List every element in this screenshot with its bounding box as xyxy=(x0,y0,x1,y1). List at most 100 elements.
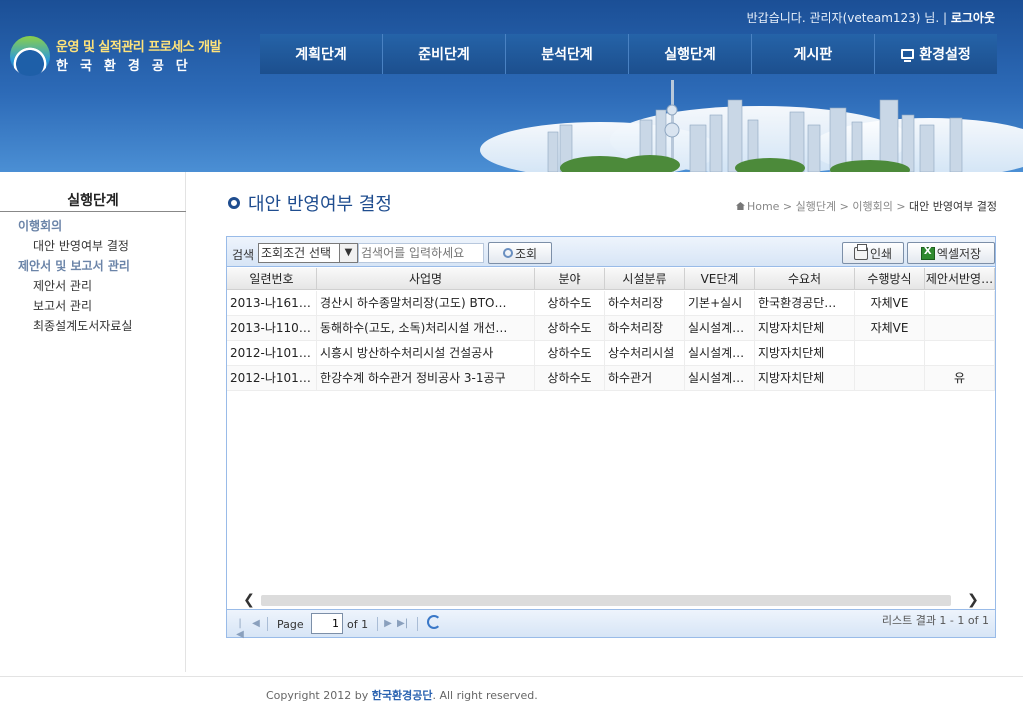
pager-divider xyxy=(417,617,418,631)
breadcrumb-level1[interactable]: 실행단계 xyxy=(796,200,836,213)
cell-client: 지방자치단체 xyxy=(755,316,855,341)
search-button-label: 조회 xyxy=(514,246,538,261)
logo-subtitle: 한국환경공단 xyxy=(56,59,200,74)
table-row[interactable]: 2013-나1610-2 경산시 하수종말처리장(고도) BTO… 상하수도 하수처리… xyxy=(227,291,995,316)
cell-method: 자체VE xyxy=(855,291,925,316)
search-icon xyxy=(502,248,513,258)
logo[interactable]: 운영 및 실적관리 프로세스 개발 한국환경공단 xyxy=(10,34,240,78)
nav-label: 계획단계 xyxy=(295,47,347,63)
search-condition-select[interactable]: 조회조건 선택 ▼ xyxy=(258,243,358,263)
column-header-serial[interactable]: 일련번호 xyxy=(227,268,317,290)
excel-export-button[interactable]: 엑셀저장 xyxy=(907,242,995,264)
breadcrumb-level2[interactable]: 이행회의 xyxy=(852,200,892,213)
table-row[interactable]: 2012-나1015-2 시흥시 방산하수처리시설 건설공사 상하수도 상수처리시설 실… xyxy=(227,341,995,366)
search-input[interactable] xyxy=(358,243,484,263)
cell-client: 지방자치단체 xyxy=(755,366,855,391)
cell-field: 상하수도 xyxy=(535,366,605,391)
excel-icon xyxy=(920,246,935,260)
breadcrumb-home[interactable]: Home xyxy=(747,200,779,213)
page-total: of 1 xyxy=(347,618,369,631)
breadcrumb: Home > 실행단계 > 이행회의 > 대안 반영여부 결정 xyxy=(735,198,997,214)
print-button[interactable]: 인쇄 xyxy=(842,242,904,264)
nav-settings[interactable]: 환경설정 xyxy=(875,34,997,74)
cell-project: 경산시 하수종말처리장(고도) BTO… xyxy=(317,291,535,316)
nav-plan[interactable]: 계획단계 xyxy=(260,34,383,74)
cell-facility: 상수처리시설 xyxy=(605,341,685,366)
sidebar-item-final-docs[interactable]: 최종설계도서자료실 xyxy=(0,316,186,336)
sidebar-item-proposal[interactable]: 제안서 관리 xyxy=(0,276,186,296)
sidebar-group-proposal-report[interactable]: 제안서 및 보고서 관리 xyxy=(0,256,186,276)
cell-client: 한국환경공단… xyxy=(755,291,855,316)
copyright-org: 한국환경공단 xyxy=(371,689,433,702)
column-header-reflect[interactable]: 제안서반영… xyxy=(925,268,995,290)
column-header-field[interactable]: 분야 xyxy=(535,268,605,290)
column-header-facility[interactable]: 시설분류 xyxy=(605,268,685,290)
sidebar-title: 실행단계 xyxy=(0,190,186,212)
nav-label: 환경설정 xyxy=(919,47,971,63)
cell-project: 한강수계 하수관거 정비공사 3-1공구 xyxy=(317,366,535,391)
copyright-suffix: . All right reserved. xyxy=(432,689,538,702)
scroll-left-icon[interactable]: ❮ xyxy=(241,592,257,608)
main-navigation: 계획단계 준비단계 분석단계 실행단계 게시판 환경설정 xyxy=(260,34,997,74)
nav-board[interactable]: 게시판 xyxy=(752,34,875,74)
data-grid: 검색 조회조건 선택 ▼ 조회 인쇄 엑셀저장 일련번호 사업명 분야 시설분류… xyxy=(226,236,996,640)
next-page-icon[interactable]: ▶ xyxy=(383,618,393,629)
cell-method xyxy=(855,366,925,391)
table-row[interactable]: 2013-나1104-1 동해하수(고도, 소독)처리시설 개선… 상하수도 하수처리… xyxy=(227,316,995,341)
refresh-icon[interactable] xyxy=(427,615,441,629)
first-page-icon[interactable]: |◀ xyxy=(235,618,245,640)
chevron-down-icon[interactable]: ▼ xyxy=(339,244,357,262)
copyright-prefix: Copyright 2012 by xyxy=(266,689,369,702)
horizontal-scrollbar[interactable]: ❮ ❯ xyxy=(227,592,995,608)
search-label: 검색 xyxy=(232,248,255,262)
logout-link[interactable]: 로그아웃 xyxy=(951,11,995,25)
printer-icon xyxy=(853,243,868,260)
column-header-client[interactable]: 수요처 xyxy=(755,268,855,290)
breadcrumb-current: 대안 반영여부 결정 xyxy=(909,200,997,213)
cell-facility: 하수처리장 xyxy=(605,291,685,316)
cell-serial: 2012-나1013-1 xyxy=(227,366,317,391)
scroll-right-icon[interactable]: ❯ xyxy=(965,592,981,608)
scrollbar-thumb[interactable] xyxy=(261,595,951,606)
nav-label: 분석단계 xyxy=(541,47,593,63)
last-page-icon[interactable]: ▶| xyxy=(397,618,408,629)
table-row[interactable]: 2012-나1013-1 한강수계 하수관거 정비공사 3-1공구 상하수도 하수관거… xyxy=(227,366,995,391)
sidebar-menu: 이행회의 대안 반영여부 결정 제안서 및 보고서 관리 제안서 관리 보고서 … xyxy=(0,216,186,336)
sidebar-group-meeting[interactable]: 이행회의 xyxy=(0,216,186,236)
nav-label: 실행단계 xyxy=(664,47,716,63)
user-greeting: 반갑습니다. 관리자(veteam123) 님. | 로그아웃 xyxy=(747,9,995,26)
column-header-ve-stage[interactable]: VE단계 xyxy=(685,268,755,290)
nav-analysis[interactable]: 분석단계 xyxy=(506,34,629,74)
page-number-input[interactable] xyxy=(311,613,343,634)
cell-ve-stage: 기본+실시 xyxy=(685,291,755,316)
cell-client: 지방자치단체 xyxy=(755,341,855,366)
footer-divider xyxy=(0,676,1023,677)
sidebar-item-decision[interactable]: 대안 반영여부 결정 xyxy=(0,236,186,256)
cell-ve-stage: 실시설계… xyxy=(685,366,755,391)
sidebar-item-report[interactable]: 보고서 관리 xyxy=(0,296,186,316)
breadcrumb-separator: > xyxy=(782,200,793,213)
cell-method xyxy=(855,341,925,366)
prev-page-icon[interactable]: ◀ xyxy=(251,618,261,629)
cell-reflect: 유 xyxy=(925,366,995,391)
cell-project: 동해하수(고도, 소독)처리시설 개선… xyxy=(317,316,535,341)
cell-reflect xyxy=(925,291,995,316)
search-button[interactable]: 조회 xyxy=(488,242,552,264)
search-condition-value: 조회조건 선택 xyxy=(261,246,332,260)
cell-field: 상하수도 xyxy=(535,341,605,366)
home-icon xyxy=(735,202,745,210)
nav-prepare[interactable]: 준비단계 xyxy=(383,34,506,74)
cell-field: 상하수도 xyxy=(535,316,605,341)
print-button-label: 인쇄 xyxy=(869,246,893,261)
pager-divider xyxy=(267,617,268,631)
column-header-method[interactable]: 수행방식 xyxy=(855,268,925,290)
cell-ve-stage: 실시설계… xyxy=(685,316,755,341)
nav-execution[interactable]: 실행단계 xyxy=(629,34,752,74)
excel-button-label: 엑셀저장 xyxy=(936,246,982,261)
footer-copyright: Copyright 2012 by 한국환경공단. All right rese… xyxy=(266,687,538,703)
column-header-project[interactable]: 사업명 xyxy=(317,268,535,290)
header-banner: 반갑습니다. 관리자(veteam123) 님. | 로그아웃 운영 및 실적관… xyxy=(0,0,1023,172)
breadcrumb-separator: > xyxy=(839,200,849,213)
cell-field: 상하수도 xyxy=(535,291,605,316)
nav-label: 준비단계 xyxy=(418,47,470,63)
